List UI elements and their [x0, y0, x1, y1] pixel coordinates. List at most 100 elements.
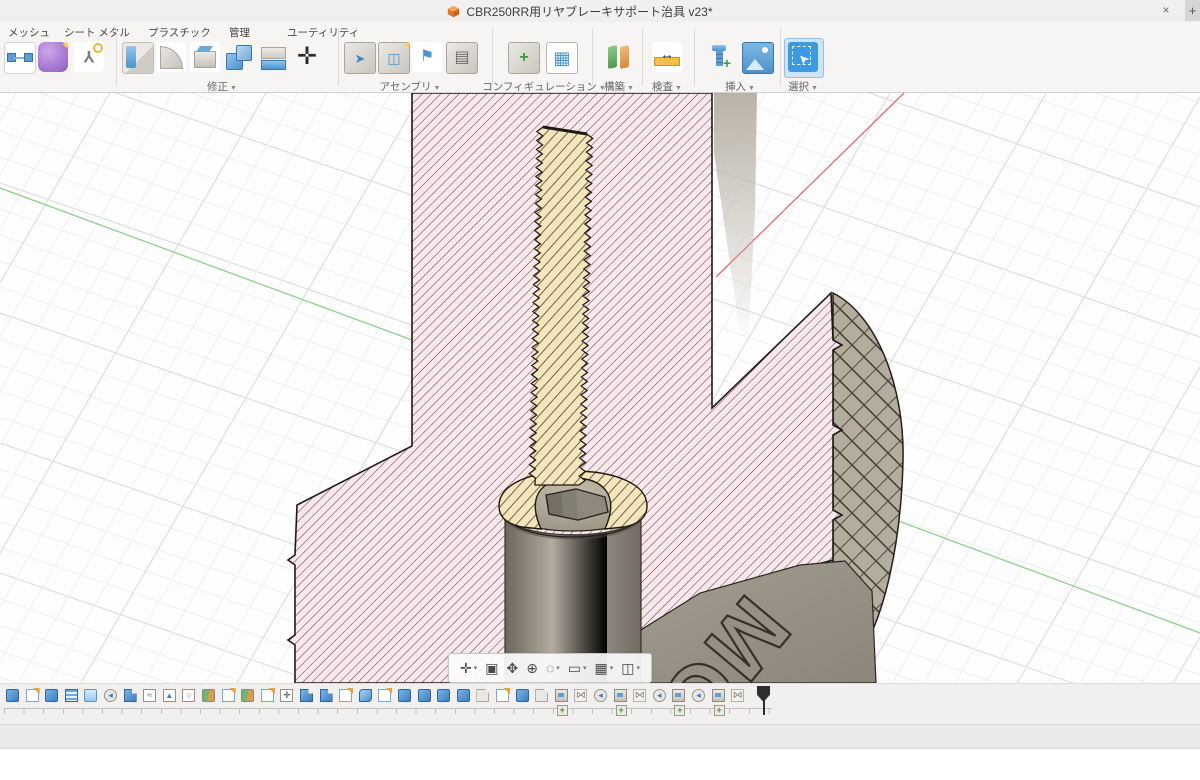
timeline-feature-thread[interactable]: ≈: [143, 689, 156, 702]
column-back-surface: [714, 93, 757, 343]
timeline-feature-extrude[interactable]: [398, 689, 411, 702]
timeline-feature-extrude[interactable]: [45, 689, 58, 702]
timeline-feature-sketch[interactable]: [222, 689, 235, 702]
sketch-constraints-icon[interactable]: [4, 42, 36, 74]
new-component-icon[interactable]: ➤: [344, 42, 376, 74]
joint-origin-icon[interactable]: ⚑: [412, 42, 442, 72]
pan-icon[interactable]: ✥: [502, 656, 522, 680]
joint-icon[interactable]: ◫: [378, 42, 410, 74]
timeline-feature-move[interactable]: ✛: [280, 689, 293, 702]
timeline-feature-sketch[interactable]: [261, 689, 274, 702]
press-pull-icon[interactable]: [122, 42, 154, 74]
fusion360-window: CBR250RR用リヤブレーキサポート治具 v23* × + メッシュシート メ…: [0, 0, 1200, 780]
timeline-insert-badge: +: [674, 705, 685, 716]
construct-plane-icon[interactable]: [604, 42, 634, 72]
timeline-feature-combine[interactable]: [320, 689, 333, 702]
timeline-insert-badge: +: [616, 705, 627, 716]
ribbon-group-label-4[interactable]: 構築▼: [604, 79, 634, 94]
ribbon-group-label-1[interactable]: 修正▼: [207, 79, 237, 94]
timeline-feature-sketch[interactable]: [339, 689, 352, 702]
y-axis-line: [0, 188, 412, 340]
shell-icon[interactable]: [190, 42, 220, 72]
move-icon[interactable]: ✛: [292, 42, 322, 72]
look-at-icon[interactable]: ▣: [481, 656, 502, 680]
timeline-feature-pattern[interactable]: [65, 689, 78, 702]
timeline-insert-badge: +: [557, 705, 568, 716]
timeline-feature-mirror[interactable]: ⋈: [633, 689, 646, 702]
rigid-group-icon[interactable]: ▤: [446, 42, 478, 74]
close-tab-icon[interactable]: ×: [1158, 2, 1174, 18]
model-body[interactable]: MO: [288, 93, 903, 683]
timeline-feature-plane[interactable]: [476, 689, 489, 702]
measure-icon[interactable]: ↔: [652, 42, 682, 72]
ribbon-tab-4[interactable]: 管理: [229, 25, 250, 40]
new-tab-icon[interactable]: +: [1185, 0, 1200, 21]
timeline-feature-mirror[interactable]: ⋈: [731, 689, 744, 702]
timeline-feature-component[interactable]: [672, 689, 685, 702]
timeline-feature-loft[interactable]: [359, 689, 372, 702]
titlebar: CBR250RR用リヤブレーキサポート治具 v23* × +: [0, 0, 1200, 23]
viewport-canvas[interactable]: MO: [0, 93, 1200, 683]
timeline-feature-extrude[interactable]: [6, 689, 19, 702]
display-settings-dropdown-icon[interactable]: ▾: [583, 664, 587, 672]
timeline-feature-plane[interactable]: [535, 689, 548, 702]
select-icon[interactable]: ➤: [788, 42, 818, 72]
ribbon-tab-2[interactable]: シート メタル: [64, 25, 130, 40]
decal-icon[interactable]: [742, 42, 774, 74]
grid-snaps-icon[interactable]: ▦▾: [591, 656, 618, 680]
configuration-icon[interactable]: +: [508, 42, 540, 74]
timeline-ruler[interactable]: [4, 708, 772, 714]
ribbon-group-label-3[interactable]: コンフィギュレーション▼: [482, 79, 606, 94]
timeline-feature-sketch[interactable]: [378, 689, 391, 702]
timeline-feature-split[interactable]: [241, 689, 254, 702]
viewports-dropdown-icon[interactable]: ▾: [637, 664, 641, 672]
timeline-feature-component[interactable]: [614, 689, 627, 702]
insert-fastener-icon[interactable]: +: [706, 42, 736, 72]
status-band: [0, 724, 1200, 749]
form-icon[interactable]: [38, 42, 68, 72]
timeline-feature-extrude[interactable]: [418, 689, 431, 702]
timeline-feature-hole[interactable]: ◂: [653, 689, 666, 702]
fillet-icon[interactable]: [156, 42, 186, 72]
fit-dropdown-icon[interactable]: ▾: [556, 664, 560, 672]
timeline-feature-component[interactable]: [712, 689, 725, 702]
timeline-feature-sketch[interactable]: [496, 689, 509, 702]
fit-icon[interactable]: ◌▾: [542, 656, 564, 680]
timeline-feature-sketch[interactable]: [26, 689, 39, 702]
timeline-feature-shell[interactable]: [84, 689, 97, 702]
ribbon-tab-3[interactable]: プラスチック: [148, 25, 211, 40]
display-settings-icon[interactable]: ▭▾: [564, 656, 591, 680]
timeline-feature-mirror[interactable]: ⋈: [574, 689, 587, 702]
timeline-feature-combine[interactable]: [124, 689, 137, 702]
ribbon-tab-1[interactable]: メッシュ: [8, 25, 50, 40]
timeline-feature-combine[interactable]: [300, 689, 313, 702]
zoom-icon[interactable]: ⊕: [522, 656, 542, 680]
document-title: CBR250RR用リヤブレーキサポート治具 v23*: [466, 3, 712, 20]
timeline-feature-split[interactable]: [202, 689, 215, 702]
timeline-feature-extrude[interactable]: [457, 689, 470, 702]
timeline-feature-extrude[interactable]: [516, 689, 529, 702]
timeline-feature-hole[interactable]: ◂: [594, 689, 607, 702]
timeline-feature-hole[interactable]: ◂: [104, 689, 117, 702]
timeline-feature-circular-pattern[interactable]: ○: [182, 689, 195, 702]
orbit-icon[interactable]: ✛▾: [456, 656, 481, 680]
configuration-table-icon[interactable]: ▦: [546, 42, 578, 74]
ribbon-group-label-7[interactable]: 選択▼: [788, 79, 818, 94]
combine-icon[interactable]: [224, 42, 254, 72]
timeline-feature-component[interactable]: [555, 689, 568, 702]
grid-snaps-dropdown-icon[interactable]: ▾: [610, 664, 614, 672]
scene-svg: MO: [0, 93, 1200, 683]
timeline-feature-extrude[interactable]: [437, 689, 450, 702]
split-body-icon[interactable]: [258, 42, 288, 72]
timeline-feature-draft[interactable]: ▲: [163, 689, 176, 702]
ribbon-group-label-5[interactable]: 検査▼: [652, 79, 682, 94]
joint-branch-icon[interactable]: Y: [74, 42, 104, 72]
ribbon-group-label-6[interactable]: 挿入▼: [725, 79, 755, 94]
orbit-dropdown-icon[interactable]: ▾: [474, 664, 478, 672]
viewports-icon[interactable]: ◫▾: [617, 656, 644, 680]
ribbon-group-label-2[interactable]: アセンブリ▼: [380, 79, 441, 94]
timeline-feature-hole[interactable]: ◂: [692, 689, 705, 702]
document-tab[interactable]: CBR250RR用リヤブレーキサポート治具 v23*: [0, 0, 1160, 22]
ribbon-tab-5[interactable]: ユーティリティ: [287, 25, 359, 40]
ribbon-divider: [492, 28, 493, 86]
